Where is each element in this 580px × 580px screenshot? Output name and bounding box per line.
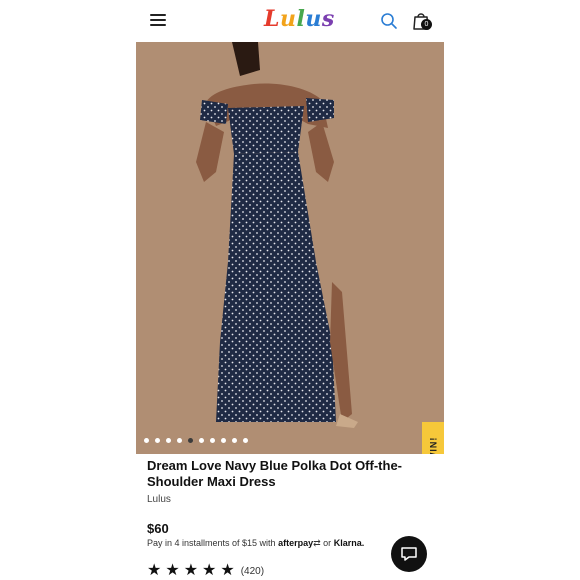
- afterpay-icon: ⇄: [313, 538, 321, 548]
- star-icon: ★: [202, 562, 217, 579]
- or-text: or: [323, 538, 332, 548]
- bag-count-badge: 0: [421, 19, 432, 30]
- star-icon: ★: [183, 562, 199, 579]
- carousel-dot[interactable]: [166, 438, 171, 443]
- product-price: $60: [147, 521, 169, 536]
- search-icon[interactable]: [380, 12, 398, 30]
- product-title: Dream Love Navy Blue Polka Dot Off-the-S…: [147, 458, 402, 489]
- carousel-dot[interactable]: [144, 438, 149, 443]
- spin-to-win-button[interactable]: SPIN TO WIN!: [422, 422, 444, 454]
- image-carousel-dots[interactable]: [144, 438, 248, 443]
- product-page: Lulus 0 Dream Love Navy Blue Polka Dot O…: [136, 0, 444, 580]
- afterpay-logo[interactable]: afterpay: [278, 538, 313, 548]
- carousel-dot[interactable]: [199, 438, 204, 443]
- carousel-dot[interactable]: [210, 438, 215, 443]
- star-icon: ★: [220, 562, 235, 579]
- star-icon: ★: [147, 562, 162, 579]
- carousel-dot[interactable]: [232, 438, 237, 443]
- product-brand[interactable]: Lulus: [147, 494, 171, 505]
- star-icon: ★: [165, 562, 180, 579]
- installment-text: Pay in 4 installments of $15 with: [147, 538, 276, 548]
- lulus-logo[interactable]: Lulus: [264, 6, 335, 32]
- carousel-dot[interactable]: [243, 438, 248, 443]
- product-image[interactable]: SPIN TO WIN!: [136, 42, 444, 454]
- chat-icon: [401, 547, 417, 561]
- carousel-dot[interactable]: [177, 438, 182, 443]
- site-header: Lulus 0: [136, 0, 444, 42]
- carousel-dot[interactable]: [188, 438, 193, 443]
- menu-icon[interactable]: [150, 14, 166, 26]
- review-count[interactable]: (420): [241, 566, 264, 577]
- installment-info: Pay in 4 installments of $15 with afterp…: [147, 538, 364, 549]
- carousel-dot[interactable]: [221, 438, 226, 443]
- spin-to-win-label: SPIN TO WIN!: [428, 437, 438, 454]
- klarna-logo[interactable]: Klarna.: [334, 538, 365, 548]
- carousel-dot[interactable]: [155, 438, 160, 443]
- chat-button[interactable]: [391, 536, 427, 572]
- rating-stars[interactable]: ★ ★ ★ ★ ★ (420): [147, 563, 264, 579]
- dress-photo: [136, 42, 444, 454]
